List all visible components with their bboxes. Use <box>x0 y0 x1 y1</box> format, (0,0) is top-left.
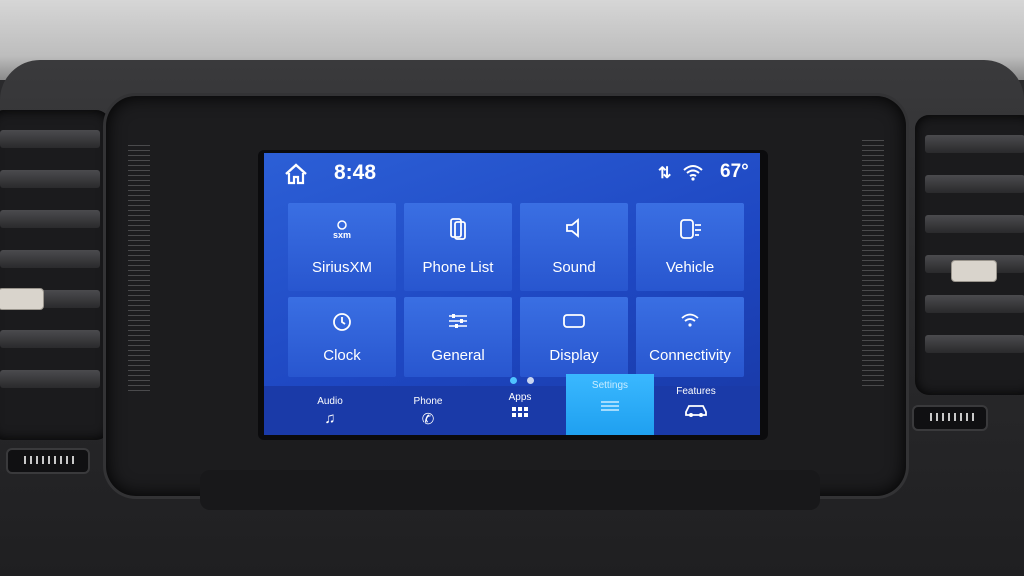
tile-display[interactable]: Display <box>520 297 628 377</box>
nav-phone[interactable]: Phone ✆ <box>384 386 472 435</box>
right-speaker-grille <box>862 140 884 390</box>
sync-arrows-icon: ⇅ <box>658 165 672 182</box>
tile-label: Clock <box>323 347 361 364</box>
tile-label: Display <box>549 347 599 364</box>
right-air-vent <box>915 115 1024 395</box>
tile-label: Sound <box>552 259 596 276</box>
nav-label: Features <box>676 386 716 397</box>
lower-dash-panel <box>200 470 820 510</box>
nav-features[interactable]: Features <box>652 382 740 431</box>
nav-label: Apps <box>508 392 532 403</box>
phone-list-icon <box>404 217 512 241</box>
tile-vehicle[interactable]: Vehicle <box>636 203 744 291</box>
apps-grid-icon <box>476 406 564 426</box>
car-icon <box>652 402 740 422</box>
nav-settings[interactable]: Settings <box>566 374 654 435</box>
settings-sliders-icon <box>566 398 654 418</box>
tile-label: SiriusXM <box>311 259 372 276</box>
infotainment-screen: 8:48 ⇅ 67° sxm SiriusXM Phone List Sound… <box>264 153 760 435</box>
tile-sound[interactable]: Sound <box>520 203 628 291</box>
outside-temperature: 67° <box>720 161 749 182</box>
bottom-nav-bar: Audio ♫ Phone ✆ Apps Settings Features <box>264 374 760 435</box>
tile-label: Connectivity <box>649 347 731 364</box>
vent-adjust-clip[interactable] <box>951 260 997 282</box>
nav-label: Audio <box>317 396 343 407</box>
svg-text:sxm: sxm <box>333 230 351 240</box>
wifi-icon <box>682 163 704 181</box>
left-speaker-grille <box>128 145 150 395</box>
left-vent-thumbwheel[interactable] <box>6 448 90 474</box>
tile-label: Vehicle <box>665 259 715 276</box>
nav-label: Phone <box>413 396 443 407</box>
wifi-icon <box>636 311 744 335</box>
vehicle-icon <box>636 217 744 241</box>
music-note-icon: ♫ <box>324 410 336 427</box>
tile-label: General <box>431 347 485 364</box>
tile-connectivity[interactable]: Connectivity <box>636 297 744 377</box>
speaker-icon <box>520 217 628 241</box>
tile-clock[interactable]: Clock <box>288 297 396 377</box>
tile-siriusxm[interactable]: sxm SiriusXM <box>288 203 396 291</box>
sliders-icon <box>404 311 512 335</box>
tile-phone-list[interactable]: Phone List <box>404 203 512 291</box>
page-dot[interactable] <box>527 377 535 384</box>
clock-time: 8:48 <box>334 161 377 184</box>
tile-label: Phone List <box>422 259 494 276</box>
home-icon[interactable] <box>284 163 308 185</box>
left-air-vent <box>0 110 110 440</box>
display-icon <box>520 311 628 335</box>
status-bar: 8:48 ⇅ 67° <box>264 153 760 193</box>
right-vent-thumbwheel[interactable] <box>912 405 988 431</box>
clock-icon <box>288 311 396 335</box>
tile-general[interactable]: General <box>404 297 512 377</box>
nav-label: Settings <box>591 380 629 391</box>
nav-audio[interactable]: Audio ♫ <box>286 386 374 435</box>
siriusxm-icon: sxm <box>288 217 396 241</box>
nav-apps[interactable]: Apps <box>476 386 564 435</box>
page-dot-active[interactable] <box>510 377 517 384</box>
vent-adjust-clip[interactable] <box>0 288 44 310</box>
phone-icon: ✆ <box>421 411 435 428</box>
